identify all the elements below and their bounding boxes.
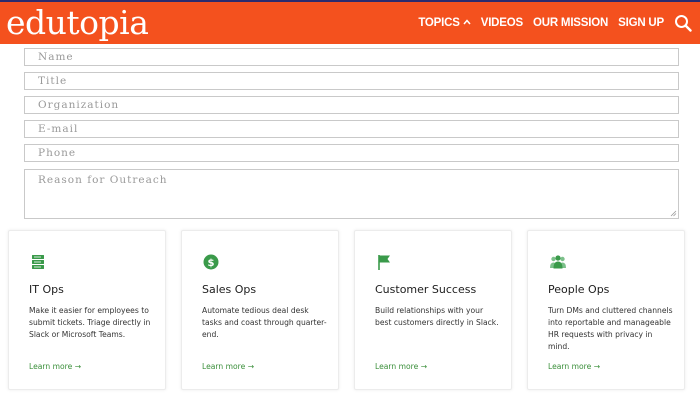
phone-field[interactable] [24, 144, 679, 162]
card-title: IT Ops [29, 283, 64, 296]
site-header: edutopia TOPICS VIDEOS OUR MISSION SIGN … [0, 0, 700, 44]
learn-more-link[interactable]: Learn more → [548, 362, 600, 371]
nav-our-mission[interactable]: OUR MISSION [533, 17, 608, 29]
nav-topics-label: TOPICS [418, 17, 460, 29]
dollar-coin-icon: $ [203, 254, 219, 270]
nav-videos[interactable]: VIDEOS [481, 17, 523, 29]
learn-more-link[interactable]: Learn more → [375, 362, 427, 371]
svg-text:$: $ [208, 258, 215, 269]
flag-icon [378, 255, 390, 270]
card-it-ops: IT Ops Make it easier for employees to s… [8, 230, 166, 390]
email-field[interactable] [24, 120, 679, 138]
nav-sign-up[interactable]: SIGN UP [618, 17, 664, 29]
card-description: Turn DMs and cluttered channels into rep… [548, 306, 673, 351]
card-title: Sales Ops [202, 283, 257, 296]
main-nav: TOPICS VIDEOS OUR MISSION SIGN UP [418, 2, 664, 44]
card-description: Make it easier for employees to submit t… [29, 306, 151, 339]
nav-topics[interactable]: TOPICS [418, 17, 471, 29]
edutopia-logo[interactable]: edutopia [6, 4, 149, 42]
card-people-ops: People Ops Turn DMs and cluttered channe… [527, 230, 685, 390]
reason-for-outreach-field[interactable] [24, 169, 679, 219]
reason-field-wrapper [24, 169, 679, 219]
resize-handle-icon[interactable] [670, 210, 677, 217]
card-customer-success: Customer Success Build relationships wit… [354, 230, 512, 390]
search-icon[interactable] [674, 14, 692, 32]
card-title: People Ops [548, 283, 610, 296]
card-description: Build relationships with your best custo… [375, 306, 499, 327]
people-group-icon [550, 255, 566, 269]
card-title: Customer Success [375, 283, 477, 296]
learn-more-link[interactable]: Learn more → [202, 362, 254, 371]
title-field[interactable] [24, 72, 679, 90]
use-case-cards: IT Ops Make it easier for employees to s… [8, 230, 687, 390]
server-stack-icon [32, 255, 44, 269]
organization-field[interactable] [24, 96, 679, 114]
learn-more-link[interactable]: Learn more → [29, 362, 81, 371]
caret-up-icon [463, 18, 471, 28]
card-description: Automate tedious deal desk tasks and coa… [202, 306, 327, 339]
card-sales-ops: $ Sales Ops Automate tedious deal desk t… [181, 230, 339, 390]
name-field[interactable] [24, 48, 679, 66]
